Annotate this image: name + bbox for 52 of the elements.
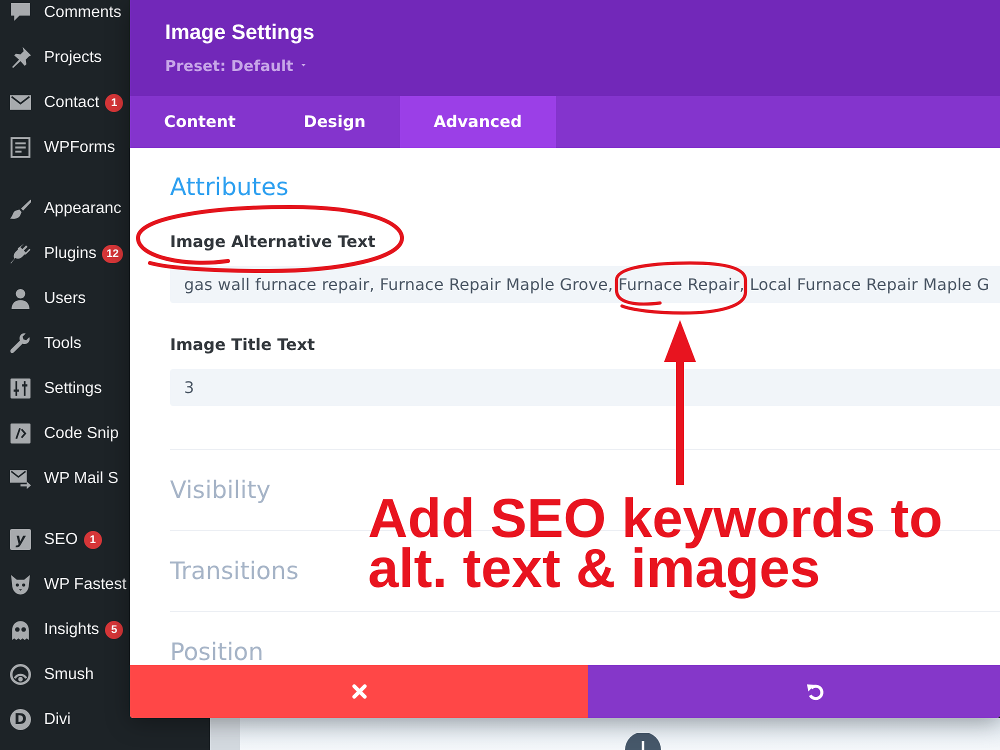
menu-item[interactable]: WPForms xyxy=(10,137,116,158)
menu-item[interactable]: Code Snip xyxy=(10,423,119,444)
pushpin-icon xyxy=(10,47,31,68)
menu-item[interactable]: D Divi xyxy=(10,709,71,730)
menu-item[interactable]: y SEO xyxy=(10,529,78,550)
wrench-icon xyxy=(10,333,31,354)
user-icon xyxy=(10,288,31,309)
cancel-button[interactable] xyxy=(130,665,588,718)
envelope-icon xyxy=(10,92,31,113)
ghost-icon xyxy=(10,619,31,640)
tab[interactable]: Design xyxy=(270,96,400,148)
tab[interactable]: Advanced xyxy=(400,96,556,148)
menu-item[interactable]: Tools xyxy=(10,333,82,354)
notification-badge: 5 xyxy=(105,620,124,638)
letter-tile-icon: y xyxy=(10,529,31,550)
tab[interactable]: Content xyxy=(130,96,270,148)
undo-button[interactable] xyxy=(588,665,1000,718)
menu-item[interactable]: Users xyxy=(10,288,86,309)
circle-arc-icon xyxy=(10,664,31,685)
menu-item[interactable]: WP Mail S xyxy=(10,468,118,489)
input-field[interactable]: gas wall furnace repair, Furnace Repair Maple Grove, Furnace Repair, Local Furnace Repair Maple G xyxy=(170,266,1000,303)
code-icon xyxy=(10,423,31,444)
paintbrush-icon xyxy=(10,198,31,219)
menu-item[interactable]: Smush xyxy=(10,664,94,685)
plug-icon xyxy=(10,243,31,264)
menu-item[interactable]: Insights xyxy=(10,619,100,640)
menu-item[interactable]: Projects xyxy=(10,47,102,68)
preset-dropdown[interactable]: Preset: Default xyxy=(165,56,308,76)
round-button[interactable] xyxy=(625,733,661,750)
menu-item[interactable]: Comments xyxy=(10,2,122,23)
speech-bubble-icon xyxy=(10,2,31,23)
menu-item[interactable]: WP Fastest xyxy=(10,574,126,595)
annotation-text: Add SEO keywords to alt. text & images xyxy=(368,493,944,601)
sliders-icon xyxy=(10,378,31,399)
caret-icon xyxy=(300,64,308,68)
mail-arrow-icon xyxy=(10,468,31,489)
letter-circle-icon: D xyxy=(10,709,31,730)
notification-badge: 1 xyxy=(84,530,102,548)
field-label: Image Alternative Text xyxy=(170,231,376,253)
menu-item[interactable]: Appearanc xyxy=(10,198,122,219)
modal-title: Image Settings xyxy=(165,20,314,46)
form-icon xyxy=(10,137,31,158)
cat-head-icon xyxy=(10,574,31,595)
menu-item[interactable]: Settings xyxy=(10,378,102,399)
undo-icon xyxy=(806,682,824,701)
close-icon xyxy=(352,684,366,699)
notification-badge: 1 xyxy=(105,94,124,112)
notification-badge: 12 xyxy=(102,244,123,262)
menu-item[interactable]: Contact xyxy=(10,92,100,113)
field-label: Image Title Text xyxy=(170,334,315,356)
menu-item[interactable]: Plugins xyxy=(10,243,96,264)
input-field[interactable]: 3 xyxy=(170,369,1000,406)
